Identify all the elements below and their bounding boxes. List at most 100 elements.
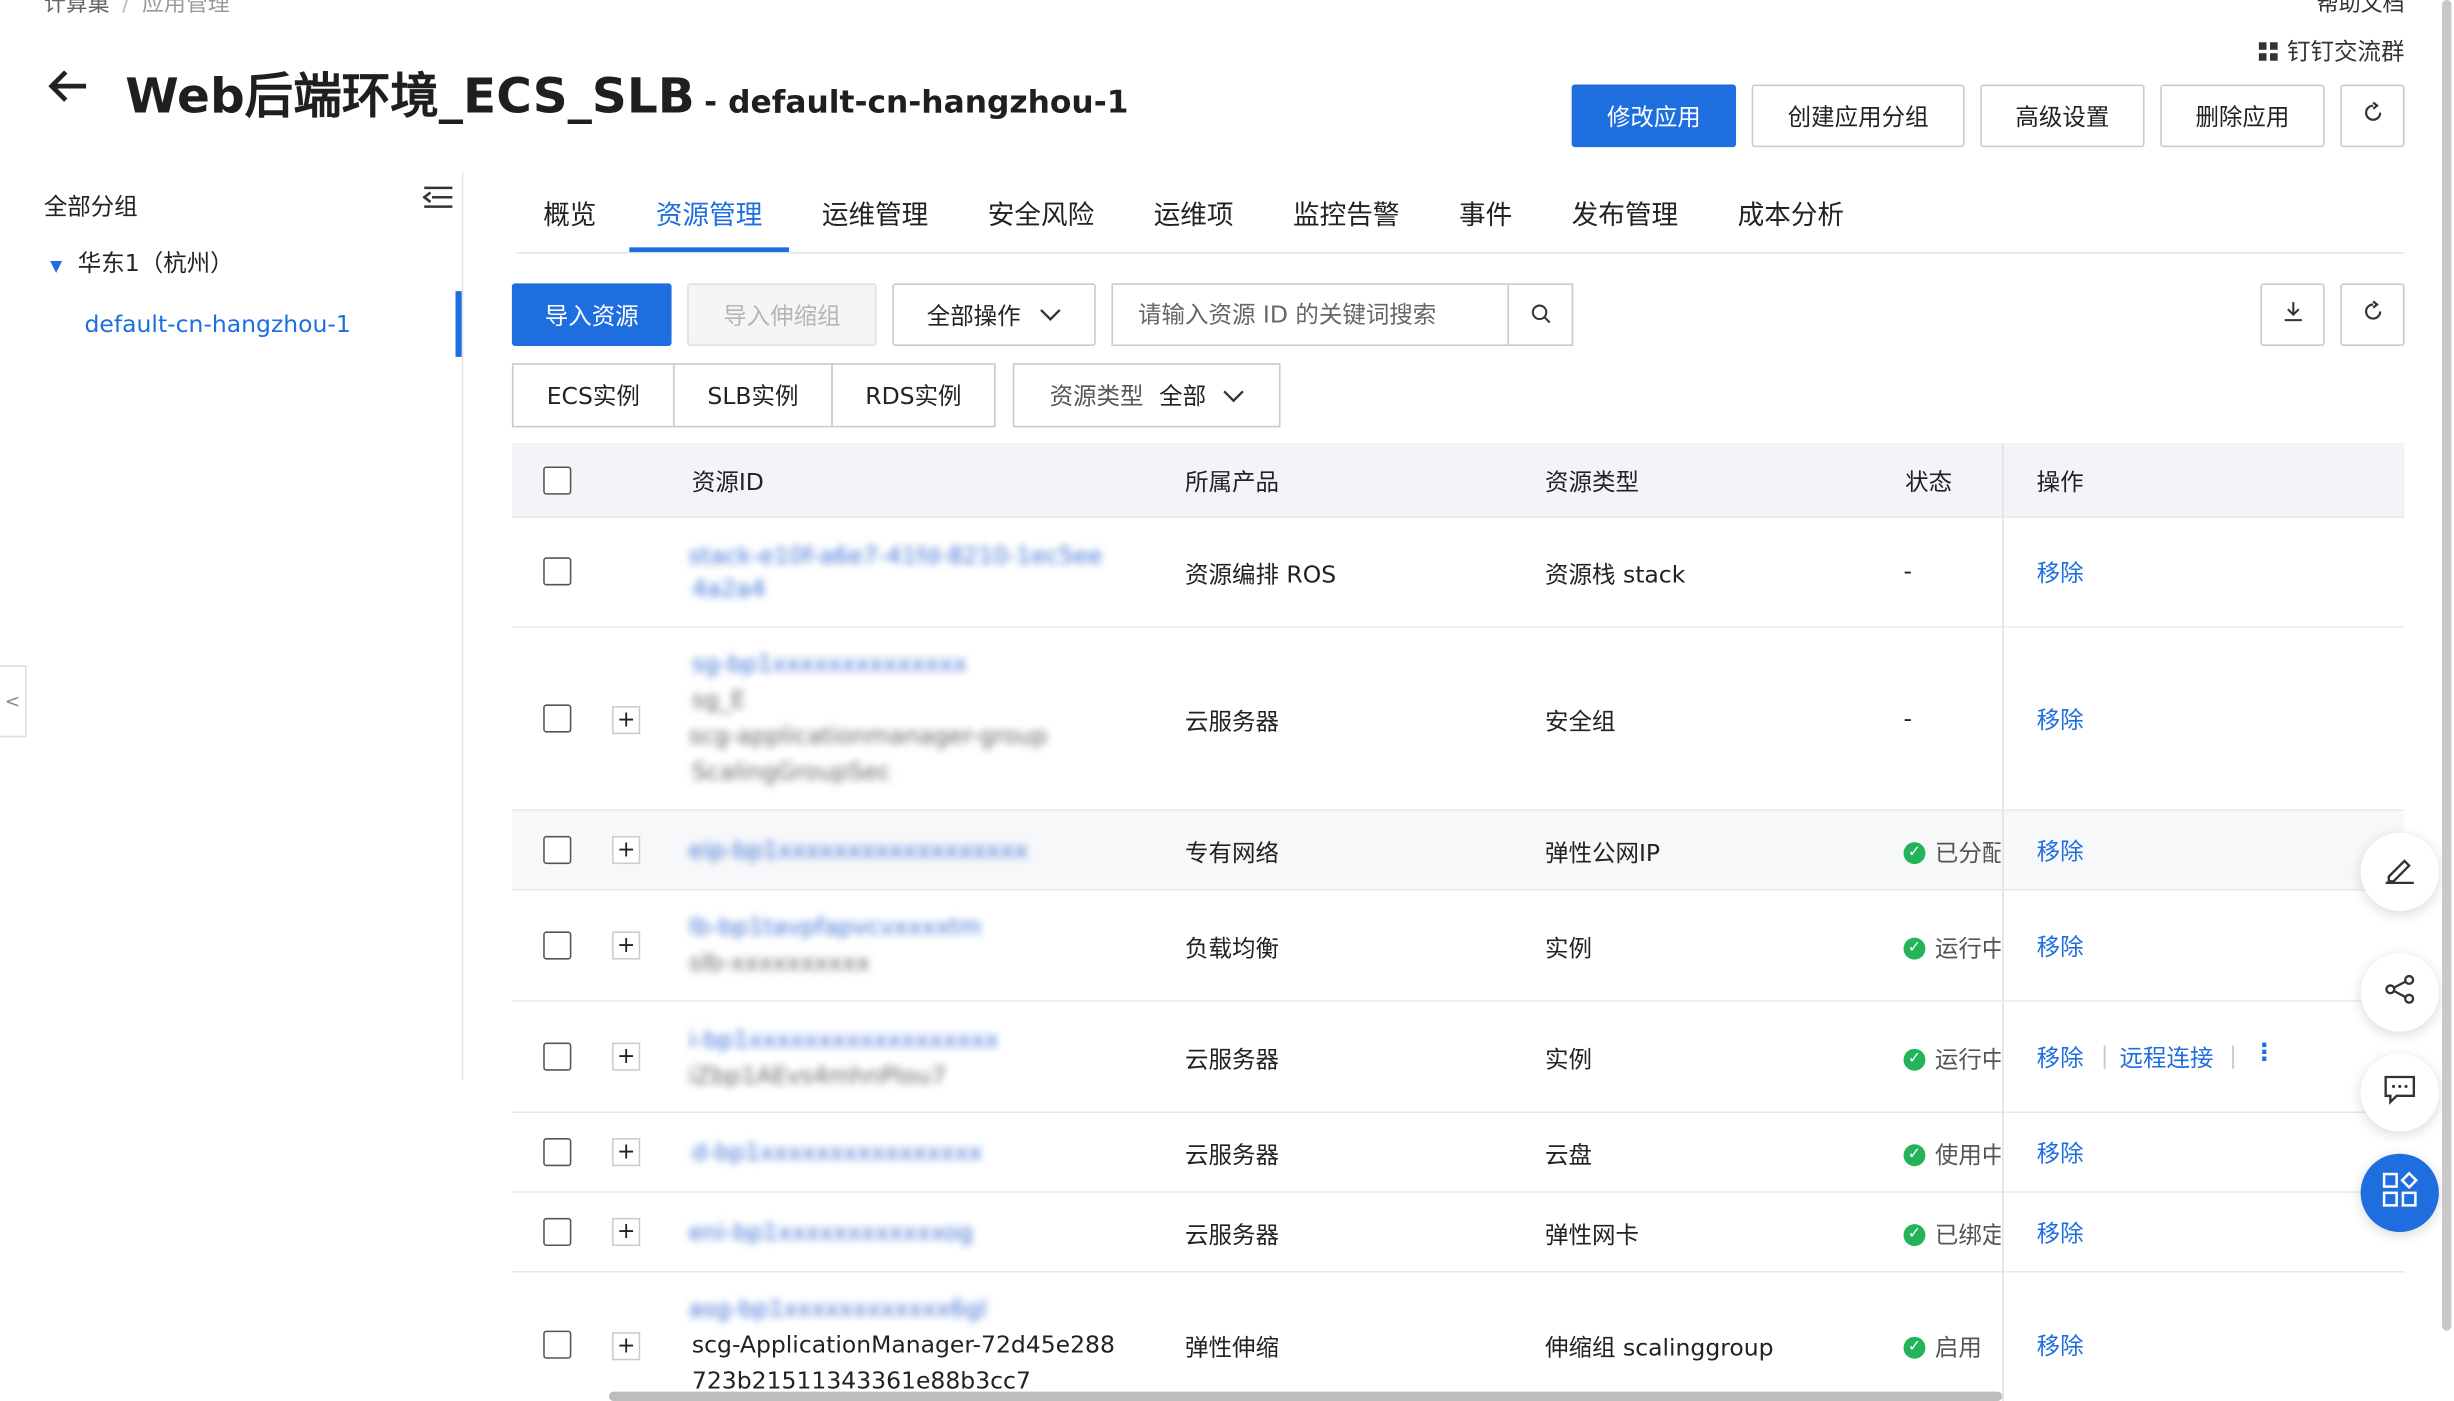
- resource-table: 资源ID 所属产品 资源类型 状态 操作 stack-e10f-a6e7-41f…: [511, 443, 2405, 1401]
- status-badge: ✓ 启用: [1903, 1331, 2001, 1364]
- resource-name: sg_E: [691, 685, 746, 714]
- tab-security-risk[interactable]: 安全风险: [961, 188, 1121, 251]
- dingtalk-group-link[interactable]: 钉钉交流群: [2258, 34, 2404, 67]
- expand-row-button[interactable]: +: [612, 835, 641, 865]
- type-cell: 弹性公网IP: [1545, 839, 1661, 868]
- table-refresh-button[interactable]: [2340, 283, 2405, 346]
- resource-description-cont: ScalingGroupSec: [691, 757, 891, 786]
- status-text: 运行中: [1934, 1045, 2001, 1074]
- create-app-group-button[interactable]: 创建应用分组: [1751, 84, 1965, 148]
- remove-link[interactable]: 移除: [2037, 1216, 2084, 1249]
- apps-grid-icon: [2381, 1170, 2419, 1215]
- row-checkbox[interactable]: [543, 1330, 572, 1359]
- search-input[interactable]: [1112, 284, 1508, 345]
- help-docs-link[interactable]: 帮助文档: [2317, 0, 2405, 19]
- resource-id-link[interactable]: asg-bp1xxxxxxxxxxxx6gl: [689, 1295, 987, 1323]
- col-resource-id: 资源ID: [691, 468, 764, 497]
- remove-link[interactable]: 移除: [2037, 703, 2084, 736]
- edit-feedback-button[interactable]: [2360, 832, 2439, 912]
- check-circle-icon: ✓: [1903, 841, 1926, 864]
- resource-id-link[interactable]: eip-bp1xxxxxxxxxxxxxxxxxx: [689, 836, 1028, 864]
- remove-link[interactable]: 移除: [2037, 556, 2084, 589]
- sidebar-region-node[interactable]: ▼ 华东1（杭州）: [50, 246, 234, 279]
- row-checkbox[interactable]: [543, 1042, 572, 1071]
- more-actions-icon[interactable]: ⋮: [2253, 1038, 2276, 1066]
- resource-id-link[interactable]: lb-bp1tavpfapvcvxxxxtm: [689, 913, 982, 941]
- expand-row-button[interactable]: +: [612, 1138, 641, 1167]
- product-cell: 负载均衡: [1185, 934, 1279, 963]
- search-button[interactable]: [1507, 284, 1571, 345]
- filter-slb-button[interactable]: SLB实例: [673, 363, 833, 428]
- remove-link[interactable]: 移除: [2037, 930, 2084, 963]
- resource-id-link-cont[interactable]: 4a2a4: [692, 575, 766, 603]
- table-row: + eip-bp1xxxxxxxxxxxxxxxxxx 专有网络 弹性公网IP …: [511, 810, 2405, 891]
- remove-link[interactable]: 移除: [2037, 1041, 2084, 1074]
- pencil-icon: [2383, 851, 2417, 893]
- advanced-settings-button[interactable]: 高级设置: [1980, 84, 2145, 148]
- type-cell: 云盘: [1545, 1141, 1593, 1170]
- share-button[interactable]: [2360, 953, 2439, 1032]
- vertical-scrollbar[interactable]: [2442, 0, 2452, 1331]
- delete-app-button[interactable]: 删除应用: [2160, 84, 2325, 148]
- column-divider: [2002, 627, 2004, 810]
- filter-rds-button[interactable]: RDS实例: [831, 363, 996, 428]
- breadcrumb-current: 应用管理: [142, 0, 230, 18]
- col-operations: 操作: [2036, 468, 2084, 497]
- apps-menu-button[interactable]: [2360, 1153, 2439, 1232]
- refresh-button[interactable]: [2340, 84, 2405, 148]
- column-divider: [2002, 1112, 2004, 1192]
- collapse-sidebar-icon[interactable]: [422, 185, 454, 218]
- tab-operations[interactable]: 运维管理: [795, 188, 955, 251]
- product-cell: 云服务器: [1185, 1221, 1279, 1250]
- expand-row-button[interactable]: +: [612, 1332, 641, 1361]
- expand-row-button[interactable]: +: [612, 705, 641, 735]
- resource-id-link[interactable]: i-bp1xxxxxxxxxxxxxxxxxx: [689, 1025, 999, 1053]
- expand-panel-handle[interactable]: <: [0, 665, 27, 738]
- status-badge: ✓ 已分配: [1903, 836, 2001, 869]
- row-checkbox[interactable]: [543, 931, 572, 960]
- remove-link[interactable]: 移除: [2037, 1329, 2084, 1362]
- tab-cost[interactable]: 成本分析: [1711, 188, 1871, 251]
- row-checkbox[interactable]: [543, 557, 572, 586]
- remote-connect-link[interactable]: 远程连接: [2120, 1041, 2214, 1074]
- row-checkbox[interactable]: [543, 1217, 572, 1247]
- page-title: Web后端环境_ECS_SLB - default-cn-hangzhou-1: [125, 56, 1128, 126]
- resource-name-cont: 723b21511343361e88b3cc7: [691, 1366, 1031, 1395]
- all-operations-dropdown[interactable]: 全部操作: [892, 283, 1096, 346]
- sidebar-title: 全部分组: [43, 192, 138, 221]
- column-divider: [2002, 443, 2004, 517]
- tab-ops-items[interactable]: 运维项: [1127, 188, 1260, 251]
- remove-link[interactable]: 移除: [2037, 1136, 2084, 1169]
- tab-events[interactable]: 事件: [1432, 188, 1538, 251]
- resource-type-select[interactable]: 资源类型 全部: [1012, 363, 1281, 428]
- breadcrumb-item[interactable]: 计算巢: [44, 0, 110, 17]
- tab-monitoring[interactable]: 监控告警: [1266, 188, 1426, 251]
- row-checkbox[interactable]: [543, 835, 572, 865]
- back-arrow-icon[interactable]: [44, 63, 91, 119]
- select-all-checkbox[interactable]: [543, 466, 572, 495]
- import-resource-button[interactable]: 导入资源: [511, 283, 672, 346]
- import-scaling-group-button[interactable]: 导入伸缩组: [687, 283, 877, 346]
- tab-overview[interactable]: 概览: [517, 188, 623, 251]
- remove-link[interactable]: 移除: [2037, 834, 2084, 867]
- tab-release[interactable]: 发布管理: [1545, 188, 1705, 251]
- expand-row-button[interactable]: +: [612, 1042, 641, 1071]
- download-button[interactable]: [2260, 283, 2325, 346]
- expand-row-button[interactable]: +: [612, 931, 641, 960]
- sidebar-item-group[interactable]: default-cn-hangzhou-1: [85, 310, 351, 338]
- search-icon: [1530, 300, 1550, 330]
- resource-id-link[interactable]: sg-bp1xxxxxxxxxxxxxx: [692, 650, 967, 678]
- qrcode-icon: [2258, 41, 2278, 61]
- tab-resources[interactable]: 资源管理: [629, 188, 789, 253]
- filter-ecs-button[interactable]: ECS实例: [511, 363, 675, 428]
- expand-row-button[interactable]: +: [612, 1217, 641, 1247]
- column-divider: [2002, 890, 2004, 1001]
- resource-id-link[interactable]: eni-bp1xxxxxxxxxxxxog: [689, 1218, 973, 1246]
- resource-id-link[interactable]: d-bp1xxxxxxxxxxxxxxxx: [692, 1138, 982, 1166]
- chat-button[interactable]: [2360, 1053, 2439, 1132]
- row-checkbox[interactable]: [543, 704, 572, 733]
- resource-id-link[interactable]: stack-e10f-a6e7-41fd-8210-1ec5ee: [689, 542, 1103, 570]
- all-operations-label: 全部操作: [926, 301, 1021, 330]
- row-checkbox[interactable]: [543, 1138, 572, 1167]
- modify-app-button[interactable]: 修改应用: [1571, 84, 1737, 148]
